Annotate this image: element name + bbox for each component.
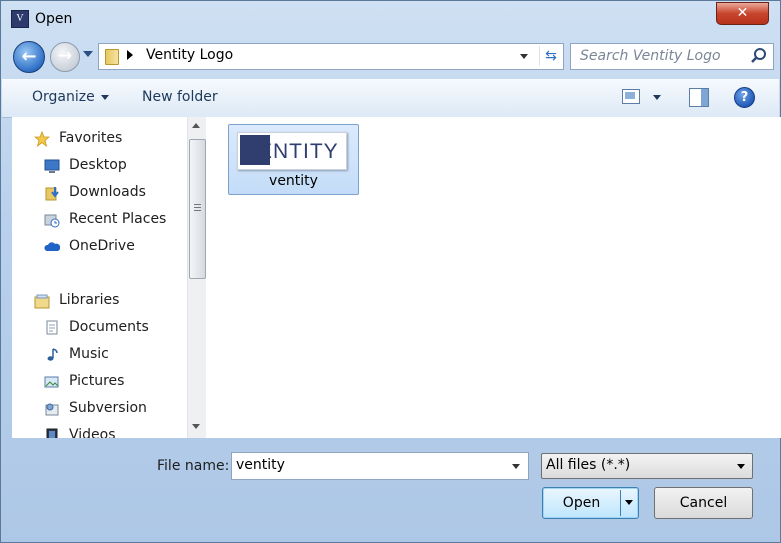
refresh-button[interactable]: ⇆ [539,46,562,66]
file-name-value: ventity [236,457,285,473]
organize-label: Organize [32,89,95,105]
onedrive-icon [44,242,60,251]
close-button[interactable]: ✕ [716,2,769,25]
window-title: Open [35,11,73,27]
address-bar[interactable]: Ventity Logo ⇆ [98,43,564,70]
grip-icon [194,204,201,205]
search-placeholder: Search Ventity Logo [580,48,721,64]
chevron-down-icon [100,94,109,100]
sidebar-item-label: OneDrive [69,238,135,254]
music-icon [47,348,58,361]
back-button[interactable]: ← [13,41,45,73]
change-view-icon[interactable] [622,89,640,104]
folder-icon [105,49,119,65]
libraries-icon [34,294,50,309]
open-options-chevron-down-icon[interactable] [625,500,633,505]
file-type-value: All files (*.*) [546,457,631,473]
file-name-label: File name: [157,458,230,474]
open-button-label: Open [562,495,601,511]
cancel-button[interactable]: Cancel [654,487,753,519]
desktop-icon [44,159,60,173]
file-name-field[interactable]: ventity [231,452,529,480]
recent-places-icon [44,214,60,228]
sidebar-group-label: Libraries [59,292,120,308]
file-list[interactable]: ENTITY ventity [206,117,781,438]
scroll-up-icon[interactable] [192,123,200,128]
search-input[interactable]: Search Ventity Logo [570,43,774,70]
file-type-select[interactable]: All files (*.*) [541,453,753,479]
sidebar-item-label: Recent Places [69,211,167,227]
subversion-icon [45,403,59,416]
new-folder-button[interactable]: New folder [142,89,218,105]
open-button[interactable]: Open [542,487,639,519]
breadcrumb[interactable]: Ventity Logo [146,47,233,63]
documents-icon [46,320,58,335]
organize-button[interactable]: Organize [32,89,109,105]
dialog-footer: File name: ventity All files (*.*) Open … [1,438,780,542]
sidebar-item-label: Videos [69,427,116,438]
help-icon[interactable]: ? [734,87,755,108]
breadcrumb-chevron-right-icon[interactable] [127,50,133,60]
sidebar-item-label: Desktop [69,157,127,173]
preview-pane-icon[interactable] [689,88,709,107]
file-item-ventity[interactable]: ENTITY ventity [228,124,359,195]
file-name-label: ventity [269,173,318,189]
scroll-thumb[interactable] [189,139,206,279]
search-icon[interactable] [749,47,769,65]
sidebar-group-label: Favorites [59,130,123,146]
scroll-down-icon[interactable] [192,424,200,429]
file-thumbnail: ENTITY [237,132,347,170]
file-name-history-chevron-down-icon[interactable] [512,464,520,469]
split-divider [620,490,621,516]
navigation-bar: ← → Ventity Logo ⇆ Search Ventity Logo [1,37,780,77]
title-bar[interactable]: V Open ✕ [1,1,780,37]
app-icon: V [11,10,29,28]
sidebar-item-label: Documents [69,319,149,335]
chevron-down-icon [737,464,745,469]
downloads-icon [45,187,59,201]
sidebar-item-label: Pictures [69,373,125,389]
sidebar-item-label: Downloads [69,184,146,200]
sidebar-item-label: Music [69,346,109,362]
navigation-pane: Favorites Desktop Downloads Recent Place… [12,117,187,438]
star-icon [34,131,50,147]
open-dialog: V Open ✕ ← → Ventity Logo ⇆ Search Venti… [0,0,781,543]
address-history-chevron-down-icon[interactable] [520,54,528,59]
videos-icon [46,428,58,438]
command-toolbar: Organize New folder ? [2,79,779,118]
navigation-scrollbar[interactable] [187,117,206,438]
pictures-icon [44,376,59,388]
sidebar-item-label: Subversion [69,400,147,416]
forward-button[interactable]: → [50,42,80,72]
view-options-chevron-down-icon[interactable] [653,95,661,100]
thumbnail-logo-text: ENTITY [258,140,339,163]
recent-locations-chevron-down-icon[interactable] [83,51,93,57]
